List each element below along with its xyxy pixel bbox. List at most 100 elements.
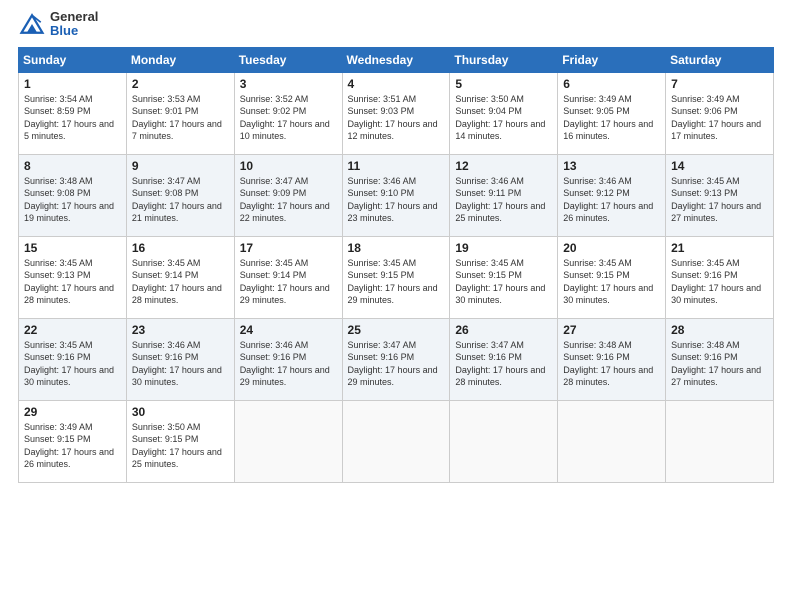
day-number: 11 (348, 159, 445, 173)
calendar-cell: 22 Sunrise: 3:45 AMSunset: 9:16 PMDaylig… (19, 318, 127, 400)
day-number: 10 (240, 159, 337, 173)
day-info: Sunrise: 3:45 AMSunset: 9:14 PMDaylight:… (240, 257, 337, 307)
calendar-cell: 17 Sunrise: 3:45 AMSunset: 9:14 PMDaylig… (234, 236, 342, 318)
calendar-week-row: 15 Sunrise: 3:45 AMSunset: 9:13 PMDaylig… (19, 236, 774, 318)
calendar-week-row: 8 Sunrise: 3:48 AMSunset: 9:08 PMDayligh… (19, 154, 774, 236)
calendar-table: SundayMondayTuesdayWednesdayThursdayFrid… (18, 47, 774, 483)
day-info: Sunrise: 3:47 AMSunset: 9:08 PMDaylight:… (132, 175, 229, 225)
day-info: Sunrise: 3:45 AMSunset: 9:15 PMDaylight:… (563, 257, 660, 307)
day-info: Sunrise: 3:50 AMSunset: 9:15 PMDaylight:… (132, 421, 229, 471)
calendar-header-friday: Friday (558, 47, 666, 72)
day-number: 24 (240, 323, 337, 337)
day-number: 6 (563, 77, 660, 91)
calendar-cell: 6 Sunrise: 3:49 AMSunset: 9:05 PMDayligh… (558, 72, 666, 154)
day-number: 21 (671, 241, 768, 255)
calendar-cell: 19 Sunrise: 3:45 AMSunset: 9:15 PMDaylig… (450, 236, 558, 318)
calendar-cell (558, 400, 666, 482)
header: General Blue (18, 10, 774, 39)
day-number: 4 (348, 77, 445, 91)
logo: General Blue (18, 10, 98, 39)
calendar-cell: 18 Sunrise: 3:45 AMSunset: 9:15 PMDaylig… (342, 236, 450, 318)
day-number: 3 (240, 77, 337, 91)
calendar-cell: 10 Sunrise: 3:47 AMSunset: 9:09 PMDaylig… (234, 154, 342, 236)
day-info: Sunrise: 3:46 AMSunset: 9:16 PMDaylight:… (240, 339, 337, 389)
day-info: Sunrise: 3:53 AMSunset: 9:01 PMDaylight:… (132, 93, 229, 143)
day-number: 9 (132, 159, 229, 173)
day-number: 27 (563, 323, 660, 337)
day-number: 28 (671, 323, 768, 337)
calendar-cell (342, 400, 450, 482)
day-number: 12 (455, 159, 552, 173)
day-info: Sunrise: 3:45 AMSunset: 9:16 PMDaylight:… (671, 257, 768, 307)
calendar-cell: 8 Sunrise: 3:48 AMSunset: 9:08 PMDayligh… (19, 154, 127, 236)
calendar-cell: 27 Sunrise: 3:48 AMSunset: 9:16 PMDaylig… (558, 318, 666, 400)
calendar-header-sunday: Sunday (19, 47, 127, 72)
calendar-header-row: SundayMondayTuesdayWednesdayThursdayFrid… (19, 47, 774, 72)
day-info: Sunrise: 3:54 AMSunset: 8:59 PMDaylight:… (24, 93, 121, 143)
calendar-cell: 2 Sunrise: 3:53 AMSunset: 9:01 PMDayligh… (126, 72, 234, 154)
day-info: Sunrise: 3:51 AMSunset: 9:03 PMDaylight:… (348, 93, 445, 143)
day-number: 1 (24, 77, 121, 91)
calendar-week-row: 29 Sunrise: 3:49 AMSunset: 9:15 PMDaylig… (19, 400, 774, 482)
day-number: 22 (24, 323, 121, 337)
calendar-header-saturday: Saturday (666, 47, 774, 72)
calendar-week-row: 22 Sunrise: 3:45 AMSunset: 9:16 PMDaylig… (19, 318, 774, 400)
day-number: 19 (455, 241, 552, 255)
day-info: Sunrise: 3:49 AMSunset: 9:06 PMDaylight:… (671, 93, 768, 143)
calendar-header-monday: Monday (126, 47, 234, 72)
day-number: 14 (671, 159, 768, 173)
day-number: 25 (348, 323, 445, 337)
calendar-cell: 23 Sunrise: 3:46 AMSunset: 9:16 PMDaylig… (126, 318, 234, 400)
day-info: Sunrise: 3:45 AMSunset: 9:14 PMDaylight:… (132, 257, 229, 307)
logo-icon (18, 10, 46, 38)
day-number: 23 (132, 323, 229, 337)
day-number: 2 (132, 77, 229, 91)
calendar-cell: 9 Sunrise: 3:47 AMSunset: 9:08 PMDayligh… (126, 154, 234, 236)
day-info: Sunrise: 3:45 AMSunset: 9:13 PMDaylight:… (24, 257, 121, 307)
calendar-week-row: 1 Sunrise: 3:54 AMSunset: 8:59 PMDayligh… (19, 72, 774, 154)
calendar-cell: 21 Sunrise: 3:45 AMSunset: 9:16 PMDaylig… (666, 236, 774, 318)
calendar-cell: 30 Sunrise: 3:50 AMSunset: 9:15 PMDaylig… (126, 400, 234, 482)
day-info: Sunrise: 3:46 AMSunset: 9:16 PMDaylight:… (132, 339, 229, 389)
logo-text: General Blue (50, 10, 98, 39)
day-info: Sunrise: 3:46 AMSunset: 9:12 PMDaylight:… (563, 175, 660, 225)
day-info: Sunrise: 3:47 AMSunset: 9:16 PMDaylight:… (348, 339, 445, 389)
calendar-cell: 20 Sunrise: 3:45 AMSunset: 9:15 PMDaylig… (558, 236, 666, 318)
day-info: Sunrise: 3:49 AMSunset: 9:15 PMDaylight:… (24, 421, 121, 471)
calendar-cell: 3 Sunrise: 3:52 AMSunset: 9:02 PMDayligh… (234, 72, 342, 154)
day-number: 16 (132, 241, 229, 255)
day-info: Sunrise: 3:47 AMSunset: 9:09 PMDaylight:… (240, 175, 337, 225)
day-info: Sunrise: 3:52 AMSunset: 9:02 PMDaylight:… (240, 93, 337, 143)
calendar-cell (450, 400, 558, 482)
calendar-header-wednesday: Wednesday (342, 47, 450, 72)
calendar-cell (666, 400, 774, 482)
day-info: Sunrise: 3:48 AMSunset: 9:16 PMDaylight:… (563, 339, 660, 389)
day-number: 26 (455, 323, 552, 337)
calendar-cell: 5 Sunrise: 3:50 AMSunset: 9:04 PMDayligh… (450, 72, 558, 154)
calendar-cell: 29 Sunrise: 3:49 AMSunset: 9:15 PMDaylig… (19, 400, 127, 482)
calendar-cell: 15 Sunrise: 3:45 AMSunset: 9:13 PMDaylig… (19, 236, 127, 318)
day-info: Sunrise: 3:45 AMSunset: 9:15 PMDaylight:… (348, 257, 445, 307)
day-number: 5 (455, 77, 552, 91)
day-number: 13 (563, 159, 660, 173)
calendar-cell: 4 Sunrise: 3:51 AMSunset: 9:03 PMDayligh… (342, 72, 450, 154)
day-number: 20 (563, 241, 660, 255)
calendar-cell: 28 Sunrise: 3:48 AMSunset: 9:16 PMDaylig… (666, 318, 774, 400)
calendar-cell: 24 Sunrise: 3:46 AMSunset: 9:16 PMDaylig… (234, 318, 342, 400)
calendar-cell: 1 Sunrise: 3:54 AMSunset: 8:59 PMDayligh… (19, 72, 127, 154)
calendar-cell: 13 Sunrise: 3:46 AMSunset: 9:12 PMDaylig… (558, 154, 666, 236)
day-info: Sunrise: 3:50 AMSunset: 9:04 PMDaylight:… (455, 93, 552, 143)
calendar-cell: 16 Sunrise: 3:45 AMSunset: 9:14 PMDaylig… (126, 236, 234, 318)
calendar-cell (234, 400, 342, 482)
calendar-cell: 11 Sunrise: 3:46 AMSunset: 9:10 PMDaylig… (342, 154, 450, 236)
day-number: 30 (132, 405, 229, 419)
calendar-cell: 12 Sunrise: 3:46 AMSunset: 9:11 PMDaylig… (450, 154, 558, 236)
day-number: 7 (671, 77, 768, 91)
day-info: Sunrise: 3:45 AMSunset: 9:16 PMDaylight:… (24, 339, 121, 389)
calendar-cell: 26 Sunrise: 3:47 AMSunset: 9:16 PMDaylig… (450, 318, 558, 400)
calendar-header-thursday: Thursday (450, 47, 558, 72)
day-info: Sunrise: 3:45 AMSunset: 9:15 PMDaylight:… (455, 257, 552, 307)
page: General Blue SundayMondayTuesdayWednesda… (0, 0, 792, 612)
day-info: Sunrise: 3:46 AMSunset: 9:11 PMDaylight:… (455, 175, 552, 225)
calendar-cell: 14 Sunrise: 3:45 AMSunset: 9:13 PMDaylig… (666, 154, 774, 236)
